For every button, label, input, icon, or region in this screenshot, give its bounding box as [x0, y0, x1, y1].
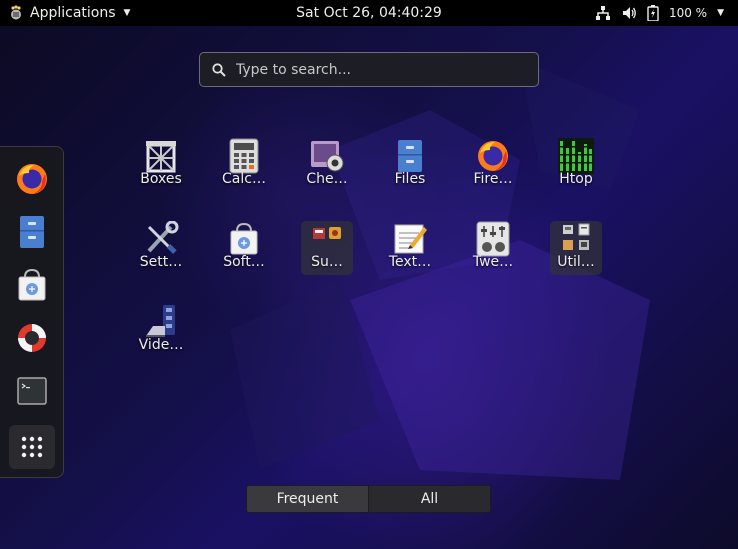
dash-item-software[interactable]	[9, 263, 55, 307]
battery-percentage: 100 %	[668, 6, 708, 20]
files-icon	[20, 216, 44, 248]
folder-preview-icon	[313, 227, 341, 239]
app-label: Htop	[559, 171, 593, 187]
folder-utilities[interactable]: Util…	[550, 221, 602, 275]
help-icon	[18, 324, 46, 352]
htop-icon	[558, 138, 594, 174]
volume-icon	[622, 7, 636, 19]
view-switch: Frequent All	[246, 485, 491, 513]
dash	[0, 146, 64, 478]
chevron-down-icon: ▼	[123, 8, 131, 18]
cheese-icon	[311, 141, 344, 172]
applications-label: Applications	[30, 5, 116, 21]
videos-icon	[146, 305, 175, 337]
tweaks-icon	[476, 221, 510, 257]
software-icon	[230, 222, 258, 255]
show-applications-button[interactable]	[9, 425, 55, 469]
files-icon	[398, 140, 422, 172]
applications-menu[interactable]: Applications ▼	[8, 0, 130, 26]
firefox-icon	[17, 164, 47, 194]
dash-item-firefox[interactable]	[9, 157, 55, 201]
app-files[interactable]: Files	[384, 138, 436, 192]
search-input[interactable]	[236, 61, 516, 78]
app-label: Su…	[311, 254, 343, 270]
app-software[interactable]: Soft…	[218, 221, 270, 275]
app-label: Util…	[557, 254, 595, 270]
app-label: Fire…	[473, 171, 513, 187]
app-label: Che…	[306, 171, 348, 187]
app-tweaks[interactable]: Twe…	[467, 221, 519, 275]
settings-icon	[147, 221, 179, 254]
app-videos[interactable]: Vide…	[135, 304, 187, 358]
app-label: Twe…	[472, 254, 514, 270]
show-applications-icon	[21, 436, 43, 458]
app-label: Soft…	[223, 254, 265, 270]
app-firefox[interactable]: Fire…	[467, 138, 519, 192]
system-status-menu[interactable]: 100 % ▼	[595, 0, 724, 26]
app-label: Calc…	[222, 171, 266, 187]
dash-item-help[interactable]	[9, 316, 55, 360]
app-label: Files	[394, 171, 426, 187]
dash-item-files[interactable]	[9, 210, 55, 254]
all-button[interactable]: All	[368, 486, 490, 512]
network-wired-icon	[595, 6, 610, 20]
app-text-editor[interactable]: Text…	[384, 221, 436, 275]
battery-charging-icon	[647, 5, 659, 21]
search-icon	[212, 62, 226, 77]
chevron-down-icon: ▼	[717, 8, 724, 18]
dash-item-terminal[interactable]	[9, 369, 55, 413]
app-label: Boxes	[140, 171, 182, 187]
app-calculator[interactable]: Calc…	[218, 138, 270, 192]
terminal-icon	[17, 377, 47, 405]
calculator-icon	[229, 138, 259, 174]
app-label: Vide…	[138, 337, 184, 353]
firefox-icon	[478, 141, 508, 171]
search-box[interactable]	[199, 52, 539, 87]
frequent-button[interactable]: Frequent	[247, 486, 368, 512]
gnome-foot-icon	[11, 5, 21, 20]
app-boxes[interactable]: Boxes	[135, 138, 187, 192]
software-icon	[18, 268, 46, 301]
app-label: Text…	[388, 254, 432, 270]
folder-sundry[interactable]: Su…	[301, 221, 353, 275]
app-label: Sett…	[139, 254, 183, 270]
folder-preview-icon	[563, 223, 590, 250]
app-settings[interactable]: Sett…	[135, 221, 187, 275]
app-cheese[interactable]: Che…	[301, 138, 353, 192]
top-bar: Applications ▼ Sat Oct 26, 04:40:29 100 …	[0, 0, 738, 26]
clock[interactable]: Sat Oct 26, 04:40:29	[296, 5, 442, 21]
app-htop[interactable]: Htop	[550, 138, 602, 192]
boxes-icon	[146, 141, 176, 173]
text-editor-icon	[394, 224, 427, 254]
